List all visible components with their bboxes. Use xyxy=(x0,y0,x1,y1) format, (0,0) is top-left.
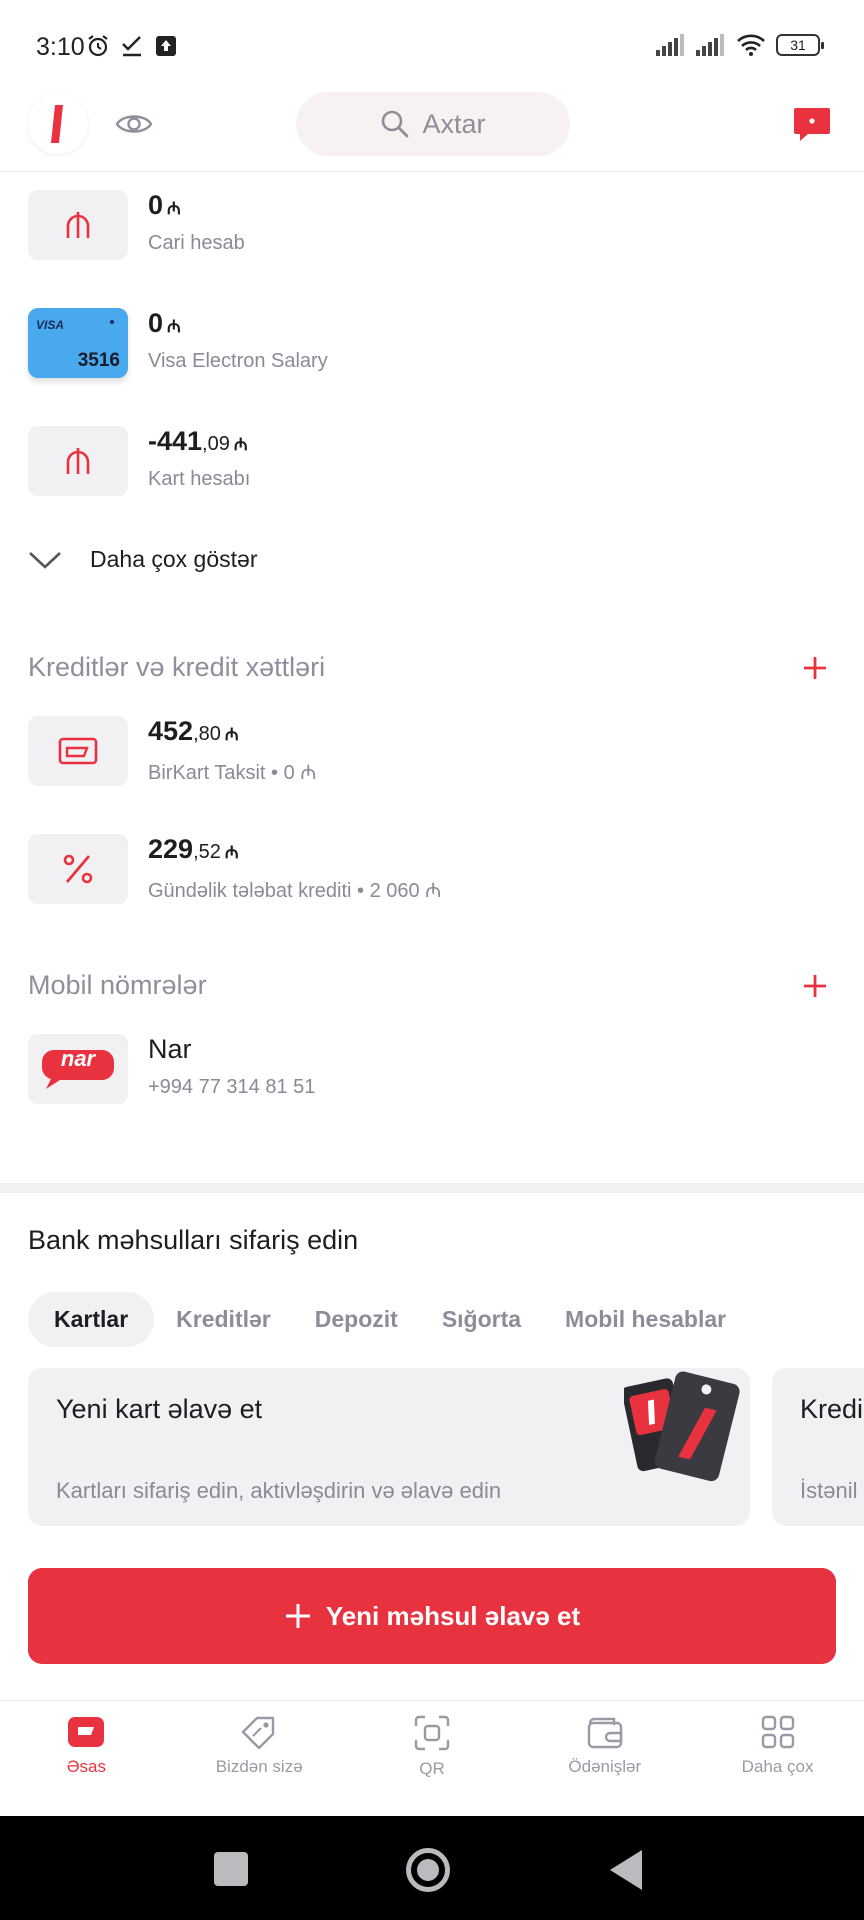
nav-home[interactable]: Əsas xyxy=(0,1701,173,1816)
add-mobile-button[interactable] xyxy=(800,971,830,1001)
brand-logo-icon xyxy=(51,105,63,143)
account-balance: 0 ₼ xyxy=(148,308,181,338)
product-tabs: Kartlar Kreditlər Depozit Sığorta Mobil … xyxy=(28,1292,748,1347)
product-card-title: Yeni kart əlavə et xyxy=(56,1394,263,1424)
card-last4: 3516 xyxy=(77,350,120,371)
account-balance: 0 ₼ xyxy=(148,190,181,220)
visa-logo: VISA xyxy=(36,318,65,332)
wifi-icon xyxy=(737,34,765,56)
product-card-subtitle: Kartları sifariş edin, aktivləşdirin və … xyxy=(56,1478,502,1503)
nav-qr-label: QR xyxy=(419,1759,445,1778)
loan-amount: 229,52 ₼ xyxy=(148,834,239,864)
messages-button[interactable] xyxy=(792,104,832,144)
cards-illustration-icon xyxy=(624,1371,740,1482)
bank-logo[interactable] xyxy=(28,94,88,154)
loan-tile xyxy=(28,716,128,786)
nar-logo-text: nar xyxy=(60,1046,96,1071)
account-tile xyxy=(28,426,128,496)
search-icon xyxy=(382,110,409,138)
status-icons-right: 31 xyxy=(656,34,824,56)
wallet-icon xyxy=(587,1717,622,1749)
percent-icon xyxy=(63,854,93,884)
recent-apps-button[interactable] xyxy=(214,1852,248,1886)
eye-icon xyxy=(115,115,153,133)
account-balance: -441,09 ₼ xyxy=(148,426,248,456)
plus-icon xyxy=(804,657,826,679)
signal-icon xyxy=(696,34,724,56)
status-bar: 3:10 31 xyxy=(0,0,864,96)
nav-more-label: Daha çox xyxy=(741,1757,814,1776)
phone-number: +994 77 314 81 51 xyxy=(148,1076,316,1098)
loan-row[interactable]: 229,52 ₼ Gündəlik tələbat krediti • 2 060… xyxy=(28,834,836,906)
toggle-balance-visibility-button[interactable] xyxy=(114,104,154,144)
manat-icon xyxy=(66,448,90,474)
back-button[interactable] xyxy=(610,1850,642,1890)
status-time: 3:10 xyxy=(36,33,85,61)
plus-icon xyxy=(804,975,826,997)
home-button[interactable] xyxy=(406,1848,450,1892)
operator-name: Nar xyxy=(148,1034,192,1064)
card-chip-dot xyxy=(110,320,114,324)
show-more-button[interactable]: Daha çox göstər xyxy=(28,546,257,573)
visa-card-thumbnail: VISA 3516 xyxy=(28,308,128,378)
product-card-title: Kredi xyxy=(800,1394,864,1424)
chevron-down-icon xyxy=(29,551,61,569)
loan-name: Gündəlik tələbat krediti • 2 060 ₼ xyxy=(148,880,442,902)
product-card-credit[interactable]: Kredi İstənil xyxy=(772,1368,864,1526)
grid-icon xyxy=(761,1715,794,1749)
app-header: Axtar xyxy=(0,86,864,172)
manat-icon xyxy=(66,212,90,238)
product-card-subtitle: İstənil xyxy=(800,1478,858,1503)
plus-icon xyxy=(285,1604,310,1628)
show-more-label: Daha çox göstər xyxy=(90,546,258,572)
nav-qr[interactable]: QR xyxy=(346,1701,519,1816)
account-row[interactable]: VISA 3516 0 ₼ Visa Electron Salary xyxy=(28,308,836,380)
loans-section-title: Kreditlər və kredit xəttləri xyxy=(28,652,326,682)
account-name: Kart hesabı xyxy=(148,468,251,490)
order-section-title: Bank məhsulları sifariş edin xyxy=(28,1225,359,1255)
loan-amount: 452,80 ₼ xyxy=(148,716,239,746)
qr-scan-icon xyxy=(414,1715,450,1751)
alarm-icon xyxy=(88,35,108,57)
signal-icon xyxy=(656,34,684,56)
tab-cards[interactable]: Kartlar xyxy=(28,1292,155,1347)
mobile-number-row[interactable]: nar Nar +994 77 314 81 51 xyxy=(28,1034,836,1106)
mobile-section-title: Mobil nömrələr xyxy=(28,970,207,1000)
account-row[interactable]: 0 ₼ Cari hesab xyxy=(28,190,836,262)
loan-name: BirKart Taksit • 0 ₼ xyxy=(148,762,317,784)
add-loan-button[interactable] xyxy=(800,653,830,683)
nav-home-label: Əsas xyxy=(66,1757,107,1776)
upload-icon xyxy=(156,36,176,56)
checkmark-icon xyxy=(122,36,141,57)
operator-tile: nar xyxy=(28,1034,128,1104)
nav-offers-label: Bizdən sizə xyxy=(215,1757,303,1776)
tab-insurance[interactable]: Sığorta xyxy=(420,1292,543,1347)
tag-icon xyxy=(241,1716,275,1749)
loan-tile xyxy=(28,834,128,904)
nav-offers[interactable]: Bizdən sizə xyxy=(173,1701,346,1816)
tab-loans[interactable]: Kreditlər xyxy=(154,1292,293,1347)
search-bar[interactable]: Axtar xyxy=(296,92,570,156)
battery-icon: 31 xyxy=(776,34,824,56)
search-placeholder: Axtar xyxy=(422,108,486,139)
add-new-product-button[interactable]: Yeni məhsul əlavə et xyxy=(28,1568,836,1664)
section-divider xyxy=(0,1183,864,1193)
nav-payments-label: Ödənişlər xyxy=(568,1757,642,1776)
product-card-new-card[interactable]: Yeni kart əlavə et Kartları sifariş edin… xyxy=(28,1368,750,1526)
home-icon xyxy=(68,1717,105,1747)
bottom-navigation: Əsas Bizdən sizə QR Ödənişlər Daha çox xyxy=(0,1700,864,1816)
tab-mobile-accounts[interactable]: Mobil hesablar xyxy=(543,1292,748,1347)
installment-card-icon xyxy=(58,737,98,765)
account-name: Visa Electron Salary xyxy=(148,350,328,372)
loan-row[interactable]: 452,80 ₼ BirKart Taksit • 0 ₼ xyxy=(28,716,836,788)
account-tile xyxy=(28,190,128,260)
status-icons-left xyxy=(86,34,178,58)
nav-more[interactable]: Daha çox xyxy=(691,1701,864,1816)
add-new-product-label: Yeni məhsul əlavə et xyxy=(325,1600,581,1631)
account-row[interactable]: -441,09 ₼ Kart hesabı xyxy=(28,426,836,498)
chat-notification-icon xyxy=(794,108,830,141)
tab-deposit[interactable]: Depozit xyxy=(293,1292,420,1347)
nav-payments[interactable]: Ödənişlər xyxy=(518,1701,691,1816)
account-name: Cari hesab xyxy=(148,232,245,254)
